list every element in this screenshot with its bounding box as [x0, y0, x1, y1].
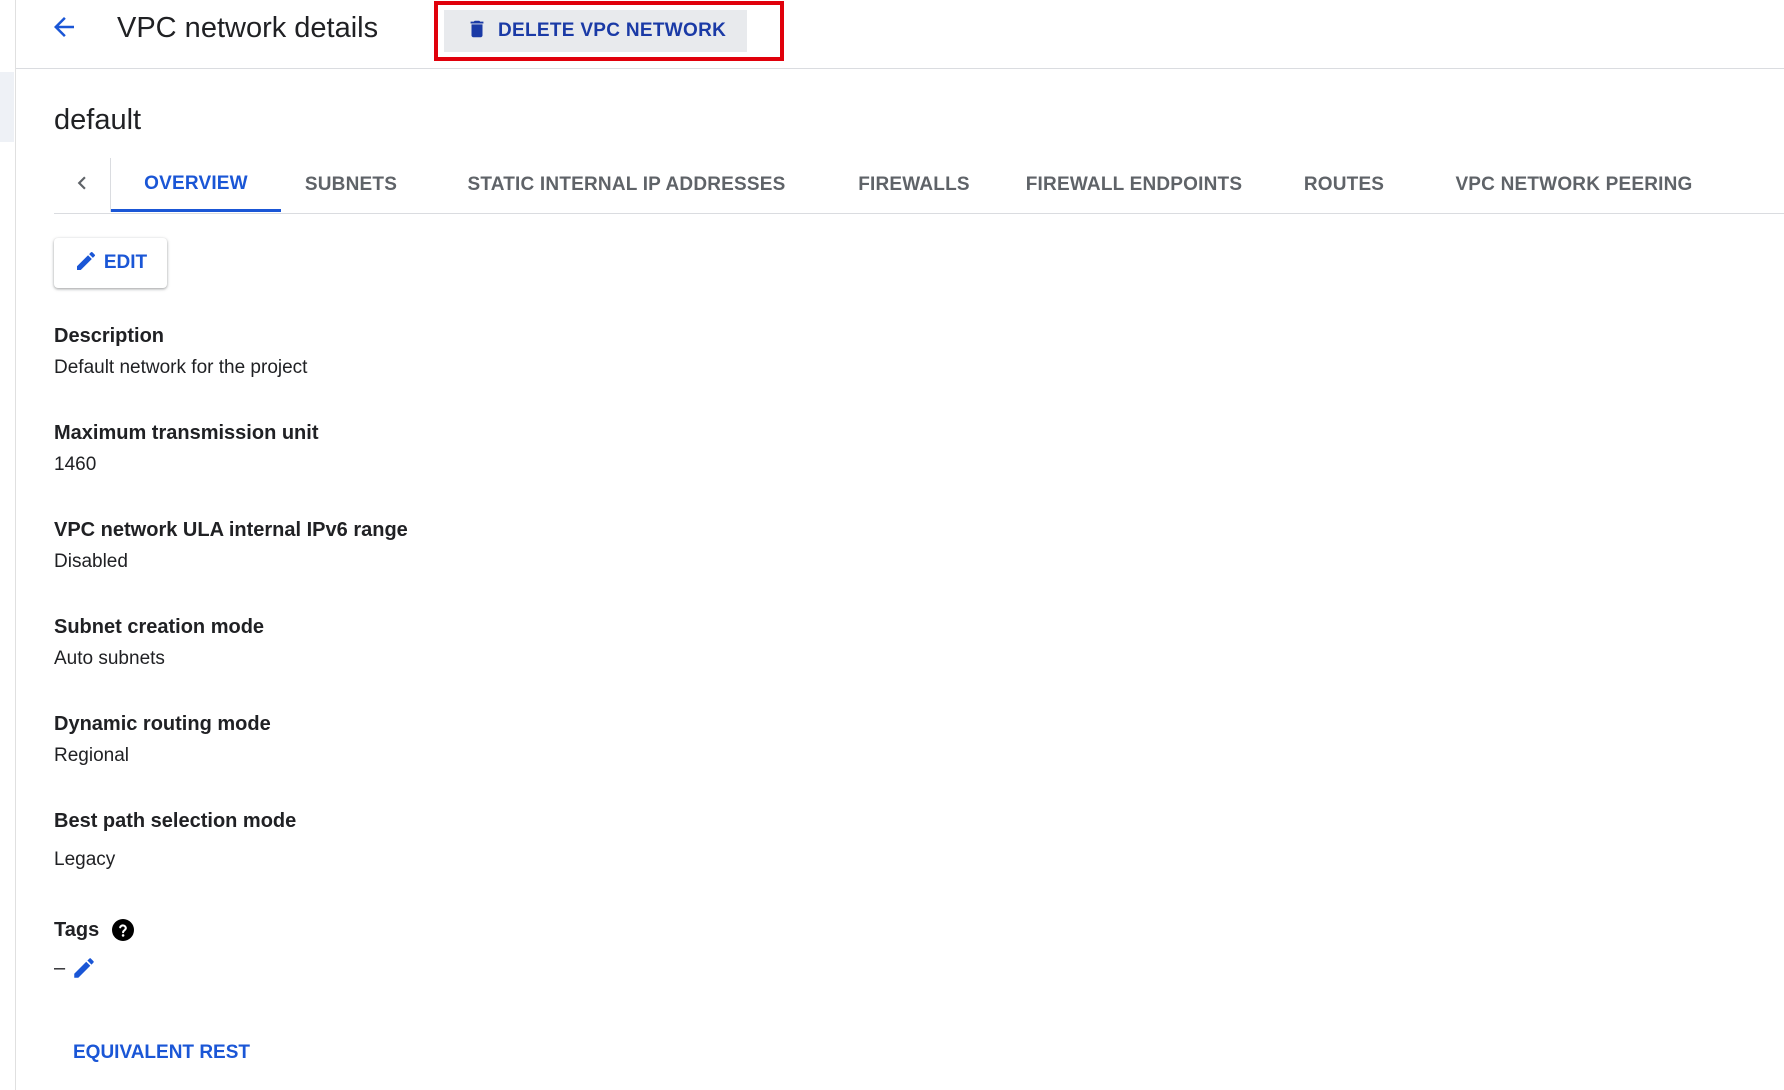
- tab-overview[interactable]: OVERVIEW: [111, 158, 281, 212]
- tab-subnets[interactable]: SUBNETS: [281, 158, 421, 212]
- field-description: Description Default network for the proj…: [54, 325, 307, 379]
- field-value: Regional: [54, 745, 129, 766]
- page-title: VPC network details: [117, 12, 379, 44]
- left-rail-active-marker: [0, 72, 14, 142]
- top-bar: VPC network details DELETE VPC NETWORK: [16, 0, 1784, 69]
- field-value: Default network for the project: [54, 357, 308, 378]
- field-dynamic-routing-mode: Dynamic routing mode Regional: [54, 713, 271, 767]
- help-circle-icon[interactable]: [111, 918, 135, 942]
- field-label: Subnet creation mode: [54, 616, 265, 638]
- tab-scroll-left-button[interactable]: [54, 158, 111, 212]
- tags-label: Tags: [54, 918, 100, 941]
- tab-bar: OVERVIEW SUBNETS STATIC INTERNAL IP ADDR…: [54, 158, 1784, 214]
- field-label: Maximum transmission unit: [54, 422, 319, 444]
- arrow-back-icon: [49, 12, 79, 47]
- highlight-box: [434, 1, 784, 61]
- field-tags: Tags: [54, 918, 135, 942]
- field-value: Disabled: [54, 551, 128, 572]
- field-label: Description: [54, 325, 165, 347]
- field-value: Auto subnets: [54, 648, 165, 669]
- tab-vpc-network-peering[interactable]: VPC NETWORK PEERING: [1449, 158, 1699, 212]
- tab-static-internal-ip-addresses[interactable]: STATIC INTERNAL IP ADDRESSES: [454, 158, 799, 212]
- tab-firewalls[interactable]: FIREWALLS: [844, 158, 984, 212]
- tags-value: –: [54, 956, 66, 979]
- field-best-path-selection-mode: Best path selection mode Legacy: [54, 810, 296, 871]
- tags-value-row: –: [54, 955, 97, 981]
- tab-routes[interactable]: ROUTES: [1284, 158, 1404, 212]
- field-maximum-transmission-unit: Maximum transmission unit 1460: [54, 422, 319, 476]
- tab-firewall-endpoints[interactable]: FIREWALL ENDPOINTS: [1014, 158, 1254, 212]
- field-value: 1460: [54, 454, 97, 475]
- field-ula-internal-ipv6-range: VPC network ULA internal IPv6 range Disa…: [54, 519, 408, 573]
- field-label: Dynamic routing mode: [54, 713, 271, 735]
- network-name: default: [54, 104, 142, 136]
- left-rail: [0, 0, 16, 1090]
- back-button[interactable]: [44, 9, 84, 49]
- pencil-icon[interactable]: [71, 955, 97, 981]
- field-label: VPC network ULA internal IPv6 range: [54, 519, 408, 541]
- field-subnet-creation-mode: Subnet creation mode Auto subnets: [54, 616, 264, 670]
- field-label: Best path selection mode: [54, 810, 297, 832]
- edit-button[interactable]: EDIT: [54, 238, 167, 288]
- chevron-left-icon: [69, 170, 95, 201]
- pencil-icon: [74, 249, 98, 278]
- edit-label: EDIT: [103, 252, 148, 273]
- field-value: Legacy: [54, 849, 116, 870]
- equivalent-rest-link[interactable]: EQUIVALENT REST: [73, 1042, 250, 1064]
- field-label: Tags: [54, 918, 135, 942]
